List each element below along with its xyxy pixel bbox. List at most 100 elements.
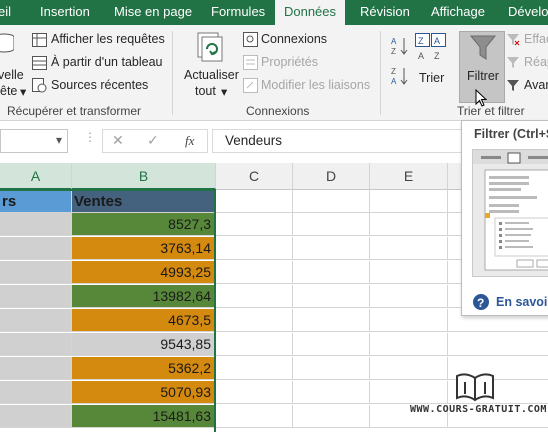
svg-text:A: A — [391, 37, 397, 46]
column-header-d[interactable]: D — [293, 163, 370, 190]
tab-insertion[interactable]: Insertion — [40, 0, 90, 25]
refresh-all-label-2: tout — [195, 84, 216, 98]
formula-input[interactable]: Vendeurs — [212, 129, 462, 153]
drag-handle-icon[interactable]: ⋮ — [84, 130, 96, 144]
cell-b-value[interactable]: 8527,3 — [72, 213, 216, 236]
cell-b-value[interactable]: 9543,85 — [72, 333, 216, 356]
cell-empty[interactable] — [370, 261, 448, 284]
tab-mise-en-page[interactable]: Mise en page — [114, 0, 192, 25]
connections-button[interactable]: Connexions — [243, 31, 363, 49]
cell-b-value[interactable]: 15481,63 — [72, 405, 216, 428]
svg-text:Z: Z — [391, 47, 396, 56]
new-query-label-2: ête — [0, 84, 18, 98]
sort-ascending-button[interactable]: A Z — [390, 35, 410, 57]
cell-a[interactable] — [0, 261, 72, 284]
cell-empty[interactable] — [216, 333, 293, 356]
cell-b-value[interactable]: 4673,5 — [72, 309, 216, 332]
refresh-all-button[interactable]: Actualiser tout ▾ — [180, 31, 240, 103]
cell-a[interactable] — [0, 309, 72, 332]
cell-empty[interactable] — [293, 357, 370, 380]
column-header-e[interactable]: E — [370, 163, 448, 190]
cell-empty[interactable] — [370, 213, 448, 236]
insert-function-icon[interactable]: fx — [185, 133, 194, 149]
cell-empty[interactable] — [216, 213, 293, 236]
cell-empty[interactable] — [293, 405, 370, 428]
filter-button[interactable]: Filtrer — [459, 31, 505, 107]
cell-empty[interactable] — [216, 285, 293, 308]
cell-b-value[interactable]: 13982,64 — [72, 285, 216, 308]
advanced-button[interactable]: Avar — [506, 77, 548, 95]
reapply-label: Réap — [524, 55, 548, 69]
cell-empty[interactable] — [293, 237, 370, 260]
cell-empty[interactable] — [216, 237, 293, 260]
new-query-button[interactable]: velle ête ▾ — [0, 33, 30, 103]
group-label-connexions: Connexions — [246, 104, 310, 118]
group-separator — [172, 31, 173, 115]
cell-empty[interactable] — [370, 237, 448, 260]
name-box[interactable]: ▾ — [0, 129, 68, 153]
column-header-a[interactable]: A — [0, 163, 72, 190]
cell-empty[interactable] — [293, 190, 370, 213]
sort-icon: Z A A Z — [415, 33, 446, 61]
cell-empty[interactable] — [216, 309, 293, 332]
show-queries-button[interactable]: Afficher les requêtes — [32, 31, 165, 49]
cell-a[interactable] — [0, 357, 72, 380]
cell-a[interactable] — [0, 285, 72, 308]
cell-a[interactable] — [0, 213, 72, 236]
cell-empty[interactable] — [370, 381, 448, 404]
cell-a[interactable] — [0, 333, 72, 356]
cell-a[interactable] — [0, 405, 72, 428]
group-separator — [380, 31, 381, 115]
cell-empty[interactable] — [216, 405, 293, 428]
cell-empty[interactable] — [370, 333, 448, 356]
refresh-icon — [197, 32, 223, 62]
cell-empty[interactable] — [293, 381, 370, 404]
cell-empty[interactable] — [293, 285, 370, 308]
cell-a[interactable] — [0, 237, 72, 260]
svg-text:A: A — [391, 77, 397, 86]
cell-empty[interactable] — [448, 333, 548, 356]
cell-b-value[interactable]: 3763,14 — [72, 237, 216, 260]
cell-b-value[interactable]: 4993,25 — [72, 261, 216, 284]
sort-label: Trier — [419, 71, 445, 85]
tab-accueil[interactable]: eil — [0, 0, 11, 25]
cell-a[interactable] — [0, 381, 72, 404]
from-table-button[interactable]: À partir d'un tableau — [32, 54, 164, 72]
advanced-label: Avar — [524, 78, 548, 92]
cell-empty[interactable] — [216, 357, 293, 380]
formula-buttons: ✕ ✓ fx — [102, 129, 208, 153]
tab-donnees[interactable]: Données — [275, 0, 345, 25]
cancel-icon[interactable]: ✕ — [112, 132, 124, 149]
tab-formules[interactable]: Formules — [211, 0, 265, 25]
chevron-down-icon[interactable]: ▾ — [56, 133, 62, 147]
cell-empty[interactable] — [216, 261, 293, 284]
cell-empty[interactable] — [216, 381, 293, 404]
cell-empty[interactable] — [293, 213, 370, 236]
cell-empty[interactable] — [216, 190, 293, 213]
cell-empty[interactable] — [370, 309, 448, 332]
enter-icon[interactable]: ✓ — [147, 132, 159, 149]
clear-filter-label: Effac — [524, 32, 548, 46]
cell-b-header[interactable]: Ventes — [72, 190, 216, 213]
sort-descending-button[interactable]: Z A — [390, 65, 410, 87]
tab-revision[interactable]: Révision — [360, 0, 410, 25]
column-header-c[interactable]: C — [216, 163, 293, 190]
cell-b-value[interactable]: 5070,93 — [72, 381, 216, 404]
column-header-b[interactable]: B — [72, 163, 216, 190]
cell-a-header[interactable]: rs — [0, 190, 72, 213]
sort-button[interactable]: Z A A Z Trier — [414, 31, 450, 101]
learn-more-link[interactable]: En savoir — [496, 295, 548, 309]
sort-az-icon: A Z — [391, 37, 408, 56]
cell-empty[interactable] — [293, 261, 370, 284]
tab-affichage[interactable]: Affichage — [431, 0, 485, 25]
cell-empty[interactable] — [370, 190, 448, 213]
refresh-all-label-1: Actualiser — [184, 68, 239, 82]
group-label-trier: Trier et filtrer — [457, 104, 525, 118]
cell-empty[interactable] — [293, 309, 370, 332]
cell-empty[interactable] — [370, 357, 448, 380]
recent-sources-button[interactable]: Sources récentes — [32, 77, 164, 95]
tab-developpeur[interactable]: Dévelop — [508, 0, 548, 25]
cell-b-value[interactable]: 5362,2 — [72, 357, 216, 380]
cell-empty[interactable] — [293, 333, 370, 356]
cell-empty[interactable] — [370, 285, 448, 308]
